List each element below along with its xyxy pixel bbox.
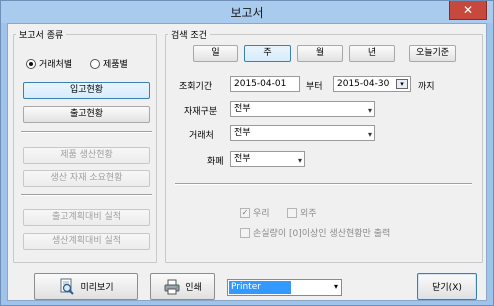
material-type-value: 전부 <box>234 104 251 114</box>
currency-value: 전부 <box>234 154 251 164</box>
ours-checkbox-label: 우리 <box>253 209 270 219</box>
title-bar[interactable]: 보고서 ✕ <box>1 1 493 23</box>
chevron-down-icon: ▾ <box>367 106 372 115</box>
currency-select[interactable]: 전부 ▾ <box>230 151 305 167</box>
inbound-status-button[interactable]: 입고현황 <box>23 82 150 99</box>
loss-only-checkbox-label: 손실량이 [0]이상인 생산현황만 출력 <box>253 229 391 239</box>
radio-by-vendor-dot[interactable] <box>26 58 36 69</box>
production-plan-results-button[interactable]: 생산계획대비 실적 <box>23 233 150 250</box>
radio-by-product[interactable]: 제품별 <box>90 57 128 70</box>
print-button[interactable]: 인쇄 <box>150 273 215 300</box>
window-title: 보고서 <box>230 6 264 20</box>
chevron-down-icon: ▾ <box>367 130 372 139</box>
printer-icon <box>164 279 180 294</box>
report-type-radio-row: 거래처별 제품별 <box>26 57 146 71</box>
material-type-select[interactable]: 전부 ▾ <box>230 101 375 117</box>
vendor-value: 전부 <box>234 128 251 138</box>
window-close-button[interactable]: ✕ <box>449 1 487 20</box>
print-button-label: 인쇄 <box>185 283 202 293</box>
outsource-checkbox-box[interactable] <box>287 207 297 218</box>
date-from-suffix: 부터 <box>306 82 323 92</box>
chevron-down-icon: ▾ <box>333 282 338 291</box>
radio-by-vendor-label: 거래처별 <box>39 60 73 70</box>
material-consumption-button[interactable]: 생산 자재 소요현황 <box>23 170 150 187</box>
radio-by-product-label: 제품별 <box>103 60 128 70</box>
close-button-label: 닫기(X) <box>432 283 462 293</box>
period-year-tab[interactable]: 년 <box>349 45 395 62</box>
date-range-label: 조회기간 <box>179 82 213 92</box>
loss-only-checkbox[interactable]: 손실량이 [0]이상인 생산현황만 출력 <box>240 226 390 239</box>
outbound-plan-results-button[interactable]: 출고계획대비 실적 <box>23 209 150 226</box>
search-conditions-legend: 검색 조건 <box>171 31 207 41</box>
outsource-checkbox[interactable]: 외주 <box>287 206 317 219</box>
outsource-checkbox-label: 외주 <box>300 209 317 219</box>
left-divider-2 <box>21 194 152 196</box>
period-month-tab[interactable]: 월 <box>297 45 343 62</box>
chevron-down-icon: ▾ <box>297 156 302 165</box>
report-window: 보고서 ✕ 보고서 종류 거래처별 제품별 입고현황 출고현황 제품 생산현황 … <box>0 0 494 306</box>
preview-button-label: 미리보기 <box>80 283 114 293</box>
material-type-label: 자재구분 <box>184 107 218 117</box>
date-to-value: 2015-04-30 <box>337 79 390 89</box>
close-button[interactable]: 닫기(X) <box>417 273 477 300</box>
date-to-field[interactable]: 2015-04-30 ▾ <box>333 76 411 92</box>
radio-by-product-dot[interactable] <box>90 58 100 69</box>
period-week-tab[interactable]: 주 <box>244 45 291 62</box>
outbound-status-button[interactable]: 출고현황 <box>23 106 150 123</box>
date-from-value: 2015-04-01 <box>234 79 287 89</box>
ours-checkbox-box[interactable]: ✓ <box>240 207 250 218</box>
ours-checkbox[interactable]: ✓ 우리 <box>240 206 270 219</box>
period-day-tab[interactable]: 일 <box>193 45 238 62</box>
currency-label: 화폐 <box>207 157 224 167</box>
preview-button[interactable]: 미리보기 <box>34 273 138 300</box>
vendor-label: 거래처 <box>189 131 214 141</box>
report-type-legend: 보고서 종류 <box>19 31 64 41</box>
dialog-body: 보고서 종류 거래처별 제품별 입고현황 출고현황 제품 생산현황 생산 자재 … <box>7 23 487 301</box>
printer-select[interactable]: Printer ▾ <box>227 279 342 296</box>
loss-only-checkbox-box[interactable] <box>240 227 250 238</box>
date-from-field[interactable]: 2015-04-01 <box>230 76 300 92</box>
left-divider-1 <box>21 131 152 133</box>
magnifier-document-icon <box>60 278 75 295</box>
right-divider <box>175 183 472 185</box>
date-to-suffix: 까지 <box>418 82 435 92</box>
printer-value: Printer <box>229 281 291 294</box>
radio-by-vendor[interactable]: 거래처별 <box>26 57 72 70</box>
product-production-button[interactable]: 제품 생산현황 <box>23 147 150 164</box>
today-basis-button[interactable]: 오늘기준 <box>409 45 456 62</box>
calendar-dropdown-icon[interactable]: ▾ <box>396 79 408 89</box>
vendor-select[interactable]: 전부 ▾ <box>230 125 375 141</box>
